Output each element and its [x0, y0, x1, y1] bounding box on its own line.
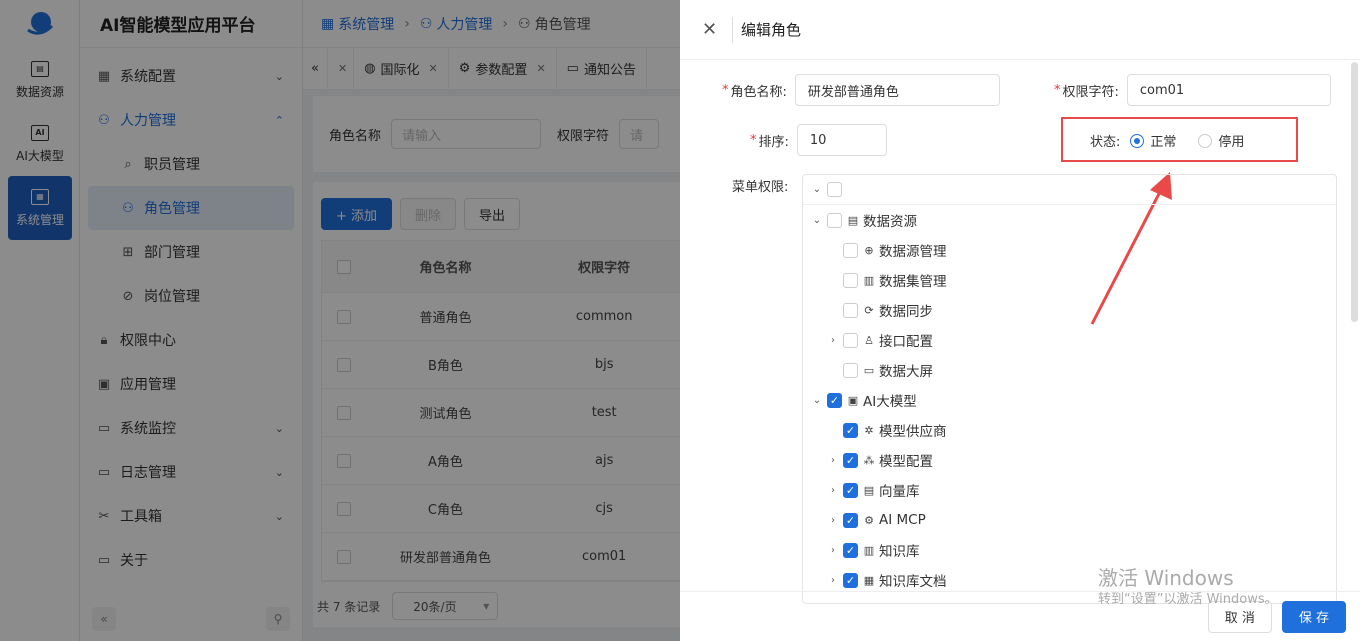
screen-icon: ▭ — [863, 363, 875, 377]
tree-label: 数据集管理 — [879, 274, 947, 290]
required-mark: * — [750, 132, 757, 148]
close-icon[interactable]: ✕ — [702, 19, 717, 40]
tree-checkbox[interactable] — [843, 362, 858, 378]
tree-root: ⌄ — [803, 175, 1336, 205]
role-name-row: * 角色名称: 研发部普通角色 — [722, 74, 1000, 106]
tree-node[interactable]: ⊕ 数据源管理 — [803, 235, 1336, 265]
tree-node[interactable]: › ✓ ▤ 向量库 — [803, 475, 1336, 505]
key-row: * 权限字符: com01 — [1054, 74, 1331, 106]
tree-node[interactable]: ⌄ ✓ ▣ AI大模型 — [803, 385, 1336, 415]
app: ▤ 数据资源 AI AI大模型 ▦ 系统管理 AI智能模型应用平台 ▦ 系统配置 ⌄… — [0, 0, 1360, 641]
chevron-right-icon[interactable]: › — [825, 455, 841, 466]
chevron-right-icon[interactable]: › — [825, 575, 841, 586]
tree-checkbox[interactable] — [843, 302, 858, 318]
tree-checkbox[interactable] — [827, 212, 842, 228]
key-field[interactable]: com01 — [1126, 74, 1331, 106]
data-icon: ▤ — [847, 213, 859, 227]
tree-node[interactable]: › ✓ ▥ 知识库 — [803, 535, 1336, 565]
chevron-right-icon[interactable]: › — [825, 515, 841, 526]
tree-checkbox-checked[interactable]: ✓ — [843, 512, 858, 528]
tree-node[interactable]: ▥ 数据集管理 — [803, 265, 1336, 295]
tree-checkbox[interactable] — [843, 332, 858, 348]
document-icon: ▦ — [863, 573, 875, 587]
tree-node[interactable]: ⌄ ▤ 数据资源 — [803, 205, 1336, 235]
tree-label: AI MCP — [879, 512, 926, 528]
tree-checkbox-checked[interactable]: ✓ — [843, 422, 858, 438]
tree-checkbox[interactable] — [843, 272, 858, 288]
tree-node[interactable]: › ✓ ⁂ 模型配置 — [803, 445, 1336, 475]
key-field-label: 权限字符: — [1062, 84, 1119, 100]
ai-icon: ▣ — [847, 393, 859, 407]
tree-node[interactable]: › ♙ 接口配置 — [803, 325, 1336, 355]
menu-perm-label: 菜单权限: — [732, 180, 789, 195]
tree-node[interactable]: ✓ ✲ 模型供应商 — [803, 415, 1336, 445]
drawer-header: ✕ 编辑角色 — [680, 0, 1360, 60]
provider-icon: ✲ — [864, 423, 874, 437]
tree-label: 知识库 — [879, 544, 920, 560]
chevron-right-icon[interactable]: › — [825, 335, 841, 346]
chevron-down-icon[interactable]: ⌄ — [809, 215, 825, 226]
api-icon: ♙ — [864, 333, 874, 347]
required-mark: * — [722, 82, 729, 98]
tree-node[interactable]: ▭ 数据大屏 — [803, 355, 1336, 385]
mcp-icon: ⚙ — [864, 513, 874, 527]
tree-label: AI大模型 — [863, 394, 917, 410]
windows-watermark-sub: 转到“设置”以激活 Windows。 — [1098, 592, 1278, 607]
sync-icon: ⟳ — [864, 303, 874, 317]
sort-field[interactable]: 10 — [796, 124, 887, 156]
model-config-icon: ⁂ — [863, 453, 875, 467]
role-name-field[interactable]: 研发部普通角色 — [794, 74, 1000, 106]
menu-perm-row: 菜单权限: — [732, 176, 788, 195]
tree-label: 向量库 — [879, 484, 920, 500]
sort-row: * 排序: 10 — [750, 124, 887, 156]
tree-checkbox-checked[interactable]: ✓ — [843, 482, 858, 498]
knowledge-icon: ▥ — [863, 543, 875, 557]
chevron-down-icon[interactable]: ⌄ — [809, 184, 825, 195]
dataset-icon: ▥ — [863, 273, 875, 287]
tree-label: 数据大屏 — [879, 364, 933, 380]
datasource-icon: ⊕ — [864, 243, 874, 257]
role-name-field-label: 角色名称: — [730, 84, 787, 100]
save-button[interactable]: 保 存 — [1281, 600, 1346, 633]
tree-label: 数据同步 — [879, 304, 933, 320]
tree-checkbox-checked[interactable]: ✓ — [843, 452, 858, 468]
tree-checkbox-checked[interactable]: ✓ — [843, 572, 858, 588]
tree-node[interactable]: ⟳ 数据同步 — [803, 295, 1336, 325]
drawer-title: 编辑角色 — [732, 16, 801, 43]
vector-icon: ▤ — [863, 483, 875, 497]
required-mark: * — [1054, 82, 1061, 98]
tree-label: 接口配置 — [879, 334, 933, 350]
tree-label: 数据源管理 — [879, 244, 947, 260]
tree-label: 模型配置 — [879, 454, 933, 470]
windows-watermark: 激活 Windows — [1098, 566, 1234, 590]
tree-checkbox-checked[interactable]: ✓ — [843, 542, 858, 558]
chevron-right-icon[interactable]: › — [825, 545, 841, 556]
tree-checkbox-checked[interactable]: ✓ — [827, 392, 842, 408]
menu-tree: ⌄ ⌄ ▤ 数据资源 ⊕ 数据源管理 ▥ 数据集管理 ⟳ 数据同步 › ♙ 接口配置 ▭ 数据大… — [802, 174, 1337, 604]
drawer-scrollbar[interactable] — [1351, 62, 1358, 322]
tree-checkbox[interactable] — [843, 242, 858, 258]
tree-node[interactable]: › ✓ ⚙ AI MCP — [803, 505, 1336, 535]
highlight-box — [1061, 117, 1298, 162]
chevron-down-icon[interactable]: ⌄ — [809, 395, 825, 406]
sort-field-label: 排序: — [758, 134, 789, 150]
edit-role-drawer: ✕ 编辑角色 * 角色名称: 研发部普通角色 * 权限字符: com01 * 排… — [680, 0, 1360, 641]
tree-checkbox[interactable] — [827, 182, 842, 197]
tree-label: 数据资源 — [863, 214, 917, 230]
chevron-right-icon[interactable]: › — [825, 485, 841, 496]
tree-label: 知识库文档 — [879, 574, 947, 590]
tree-label: 模型供应商 — [879, 424, 947, 440]
modal-overlay[interactable] — [0, 0, 680, 641]
